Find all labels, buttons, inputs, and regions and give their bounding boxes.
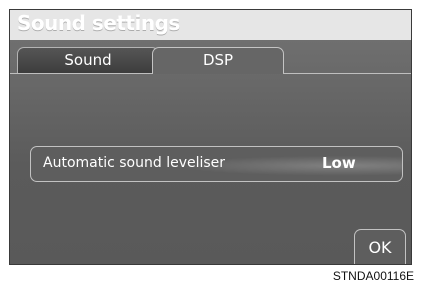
setting-value: Low [322, 154, 356, 172]
tab-dsp[interactable]: DSP [152, 47, 284, 73]
display-frame: Sound settings Sound DSP Automatic sound… [9, 9, 412, 265]
image-caption: STNDA00116E [332, 269, 414, 283]
page-title: Sound settings [17, 11, 180, 35]
ok-button[interactable]: OK [354, 229, 406, 264]
tab-sound[interactable]: Sound [17, 47, 159, 73]
automatic-sound-leveliser-button[interactable]: Automatic sound leveliser Low [30, 146, 403, 182]
setting-label: Automatic sound leveliser [43, 155, 226, 171]
tab-divider-gap [153, 73, 283, 74]
